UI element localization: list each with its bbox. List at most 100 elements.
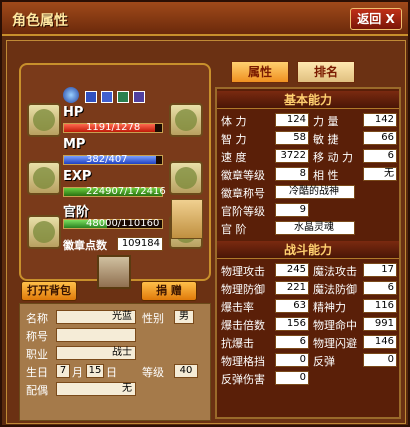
- combat-label: 物理格挡: [221, 355, 265, 368]
- hp-label: HP: [63, 105, 84, 120]
- stat-value: 无: [363, 167, 397, 181]
- birth-month: 7: [56, 364, 70, 378]
- badge-title-value: 冷酷的战神: [275, 185, 355, 199]
- combat-label: 爆击倍数: [221, 319, 265, 332]
- equipment-panel: HP 1191/1278 MP 382/407 EXP 224907/17241…: [19, 63, 211, 281]
- element-orb-icon: [63, 87, 79, 103]
- open-bag-button[interactable]: 打开背包: [21, 281, 77, 301]
- tab-ranking[interactable]: 排名: [297, 61, 355, 83]
- badge-title-label: 徽章称号: [221, 187, 265, 200]
- combat-label: 抗爆击: [221, 337, 254, 350]
- status-icon-1: [85, 91, 97, 103]
- tab-attributes[interactable]: 属性: [231, 61, 289, 83]
- birthday-label: 生日: [26, 366, 48, 379]
- stat-value: 58: [275, 131, 309, 145]
- stat-value: 8: [275, 167, 309, 181]
- combat-value: 6: [363, 281, 397, 295]
- stat-value: 142: [363, 113, 397, 127]
- birth-day: 15: [86, 364, 104, 378]
- stat-label: 体 力: [221, 115, 247, 128]
- combat-label: 爆击率: [221, 301, 254, 314]
- combat-value: 6: [275, 335, 309, 349]
- talisman-slot[interactable]: [171, 199, 203, 239]
- status-icon-2: [101, 91, 113, 103]
- equip-slot-necklace[interactable]: [27, 161, 61, 195]
- badge-points-label: 徽章点数: [63, 239, 107, 252]
- hp-value: 1191/1278: [86, 122, 141, 133]
- combat-label: 魔法防御: [313, 283, 357, 296]
- donate-button[interactable]: 捐 赠: [141, 281, 197, 301]
- stat-value: 3722: [275, 149, 309, 163]
- spouse-value: 无: [56, 382, 136, 396]
- combat-label: 物理攻击: [221, 265, 265, 278]
- combat-value: 221: [275, 281, 309, 295]
- rank-level-value: 9: [275, 203, 309, 217]
- close-icon: X: [385, 12, 395, 26]
- basic-abilities-title: 基本能力: [217, 91, 399, 109]
- combat-value: 0: [275, 353, 309, 367]
- stat-label: 智 力: [221, 133, 247, 146]
- return-label: 返回: [357, 12, 382, 26]
- attributes-panel: 基本能力 体 力 124 力 量 142 智 力 58 敏 捷 66 速 度 3…: [215, 87, 401, 419]
- exp-value: 224907/172416: [86, 186, 166, 197]
- day-unit: 日: [106, 366, 117, 379]
- window-body: HP 1191/1278 MP 382/407 EXP 224907/17241…: [6, 40, 406, 424]
- stat-value: 66: [363, 131, 397, 145]
- name-value: 光蓝: [56, 310, 136, 324]
- level-label: 等级: [142, 366, 164, 379]
- equip-slot-ring[interactable]: [27, 215, 61, 249]
- rebound-damage-value: 0: [275, 371, 309, 385]
- exp-label: EXP: [63, 169, 92, 184]
- window-title: 角色属性: [12, 13, 68, 29]
- rank-level-label: 官阶等级: [221, 205, 265, 218]
- rank-title-value: 水晶灵魂: [275, 221, 355, 235]
- equip-slot-weapon[interactable]: [169, 161, 203, 195]
- stat-label: 移 动 力: [313, 151, 353, 164]
- return-button[interactable]: 返回 X: [350, 8, 402, 30]
- badge-points-value: 109184: [117, 237, 163, 251]
- combat-label: 反弹: [313, 355, 335, 368]
- combat-value: 63: [275, 299, 309, 313]
- combat-value: 146: [363, 335, 397, 349]
- status-icon-4: [133, 91, 145, 103]
- stat-label: 敏 捷: [313, 133, 339, 146]
- title-bar: 角色属性 返回 X: [2, 2, 408, 36]
- trade-icon[interactable]: [97, 255, 131, 289]
- stat-label: 力 量: [313, 115, 339, 128]
- job-label: 职业: [26, 348, 48, 361]
- equip-slot-armor[interactable]: [169, 103, 203, 137]
- mp-label: MP: [63, 137, 86, 152]
- month-unit: 月: [72, 366, 83, 379]
- info-panel: 名称 光蓝 性别 男 称号 职业 战士 生日 7 月 15 日 等级 40 配偶…: [19, 303, 211, 421]
- combat-value: 245: [275, 263, 309, 277]
- title-value: [56, 328, 136, 342]
- exp-bar: 224907/172416: [63, 186, 166, 197]
- gender-label: 性别: [142, 312, 164, 325]
- rank-bar: 48000/110160: [63, 218, 163, 229]
- level-value: 40: [174, 364, 198, 378]
- combat-label: 物理防御: [221, 283, 265, 296]
- status-icon-3: [117, 91, 129, 103]
- title-label: 称号: [26, 330, 48, 343]
- combat-value: 116: [363, 299, 397, 313]
- combat-value: 991: [363, 317, 397, 331]
- mp-value: 382/407: [86, 154, 128, 165]
- combat-abilities-title: 战斗能力: [217, 241, 399, 259]
- combat-value: 17: [363, 263, 397, 277]
- helmet-icon: [33, 109, 55, 131]
- stat-value: 6: [363, 149, 397, 163]
- stat-label: 速 度: [221, 151, 247, 164]
- gender-value: 男: [174, 310, 194, 324]
- mp-bar: 382/407: [63, 154, 163, 165]
- rank-title-label: 官 阶: [221, 223, 247, 236]
- rebound-damage-label: 反弹伤害: [221, 373, 265, 386]
- equip-slot-helmet[interactable]: [27, 103, 61, 137]
- job-value: 战士: [56, 346, 136, 360]
- character-attributes-window: 角色属性 返回 X HP 1191/1278 MP 382/407 EXP 22…: [0, 0, 410, 427]
- combat-label: 物理命中: [313, 319, 357, 332]
- combat-label: 物理闪避: [313, 337, 357, 350]
- necklace-icon: [33, 167, 55, 189]
- ring-icon: [33, 221, 55, 243]
- spouse-label: 配偶: [26, 384, 48, 397]
- name-label: 名称: [26, 312, 48, 325]
